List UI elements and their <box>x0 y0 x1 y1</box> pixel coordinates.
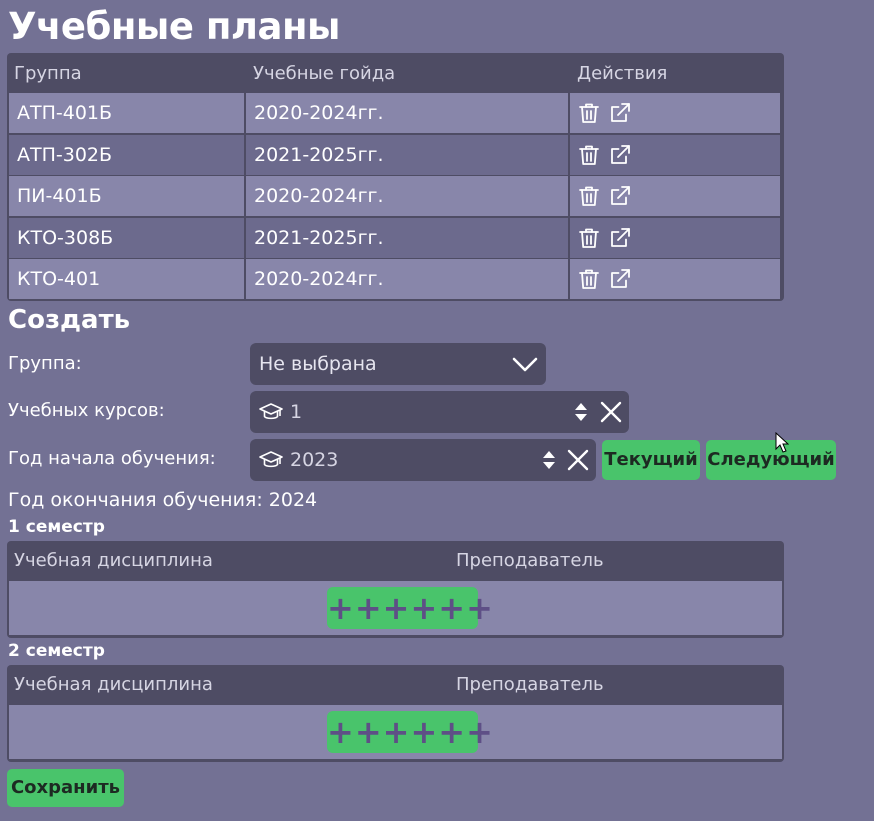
group-cell: АТП-401Б <box>17 102 113 124</box>
spinner-arrows-icon[interactable] <box>572 400 590 424</box>
header-group: Группа <box>14 63 82 84</box>
mouse-cursor-icon <box>775 432 789 453</box>
external-link-icon[interactable] <box>608 226 632 250</box>
semester-title: 2 семестр <box>8 641 105 661</box>
group-cell: КТО-401 <box>17 268 101 290</box>
group-select-value: Не выбрана <box>259 353 377 375</box>
trash-icon[interactable] <box>577 101 601 125</box>
group-cell: ПИ-401Б <box>17 185 102 207</box>
trash-icon[interactable] <box>577 143 601 167</box>
years-cell: 2020-2024гг. <box>254 102 384 124</box>
page-title: Учебные планы <box>8 5 341 48</box>
years-cell: 2021-2025гг. <box>254 226 384 249</box>
clear-icon[interactable] <box>600 400 622 424</box>
external-link-icon[interactable] <box>608 143 632 167</box>
start-year-value: 2023 <box>290 449 339 471</box>
semester-table-body: ++++++ <box>9 705 782 759</box>
graduation-cap-icon <box>259 451 283 468</box>
save-button[interactable]: Сохранить <box>7 769 124 807</box>
current-year-button[interactable]: Текущий <box>602 440 700 480</box>
external-link-icon[interactable] <box>608 267 632 291</box>
plans-table: Группа Учебные гойда Действия АТП-401Б 2… <box>7 53 784 301</box>
semester-table: Учебная дисциплина Преподаватель ++++++ <box>7 541 784 638</box>
header-teacher: Преподаватель <box>456 550 604 571</box>
clear-icon[interactable] <box>567 448 589 472</box>
end-year-text: Год окончания обучения: 2024 <box>8 489 318 511</box>
courses-label: Учебных курсов: <box>8 400 165 421</box>
group-select[interactable]: Не выбрана <box>250 343 546 385</box>
group-cell: АТП-302Б <box>17 143 113 166</box>
group-cell: КТО-308Б <box>17 226 114 249</box>
courses-value: 1 <box>290 401 303 423</box>
trash-icon[interactable] <box>577 226 601 250</box>
trash-icon[interactable] <box>577 267 601 291</box>
semester-table: Учебная дисциплина Преподаватель ++++++ <box>7 665 784 762</box>
header-discipline: Учебная дисциплина <box>14 550 213 571</box>
header-actions: Действия <box>577 63 668 84</box>
create-title: Создать <box>8 305 131 335</box>
graduation-cap-icon <box>259 403 283 420</box>
semester-title: 1 семестр <box>8 517 105 537</box>
table-row: АТП-302Б 2021-2025гг. <box>9 134 782 175</box>
trash-icon[interactable] <box>577 184 601 208</box>
header-discipline: Учебная дисциплина <box>14 674 213 695</box>
years-cell: 2021-2025гг. <box>254 143 384 166</box>
chevron-down-icon <box>512 357 538 372</box>
header-years: Учебные гойда <box>253 63 396 84</box>
table-row: КТО-308Б 2021-2025гг. <box>9 217 782 258</box>
years-cell: 2020-2024гг. <box>254 268 384 290</box>
header-teacher: Преподаватель <box>456 674 604 695</box>
spinner-arrows-icon[interactable] <box>540 448 558 472</box>
start-year-label: Год начала обучения: <box>8 448 216 469</box>
semester-table-body: ++++++ <box>9 581 782 635</box>
table-header: Группа Учебные гойда Действия <box>9 53 782 93</box>
group-label: Группа: <box>8 353 82 374</box>
add-discipline-button[interactable]: ++++++ <box>327 587 493 629</box>
courses-input[interactable]: 1 <box>250 391 629 433</box>
add-discipline-button[interactable]: ++++++ <box>327 711 493 753</box>
external-link-icon[interactable] <box>608 184 632 208</box>
table-row: КТО-401 2020-2024гг. <box>9 259 782 299</box>
start-year-input[interactable]: 2023 <box>250 439 596 481</box>
table-row: АТП-401Б 2020-2024гг. <box>9 93 782 133</box>
next-year-button[interactable]: Следующий <box>706 440 836 480</box>
table-row: ПИ-401Б 2020-2024гг. <box>9 176 782 216</box>
external-link-icon[interactable] <box>608 101 632 125</box>
years-cell: 2020-2024гг. <box>254 185 384 207</box>
